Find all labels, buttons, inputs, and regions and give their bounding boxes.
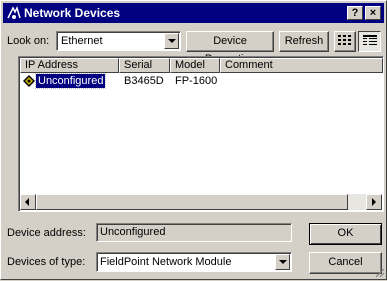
cancel-label: Cancel (328, 256, 363, 268)
scroll-thumb[interactable] (36, 194, 348, 210)
cancel-button[interactable]: Cancel (309, 252, 382, 274)
cell-model: FP-1600 (175, 75, 218, 87)
device-address-value: Unconfigured (100, 226, 166, 238)
look-on-value: Ethernet (61, 35, 103, 47)
column-header-model[interactable]: Model (170, 58, 220, 73)
refresh-label: Refresh (284, 35, 324, 47)
small-icons-view-icon (338, 35, 351, 45)
network-devices-dialog: Network Devices ? × Look on: Ethernet De… (0, 0, 387, 280)
column-header-comment[interactable]: Comment (220, 58, 383, 73)
device-address-field: Unconfigured (96, 223, 292, 242)
device-properties-button[interactable]: Device Properties (186, 31, 274, 65)
look-on-label: Look on: (7, 35, 50, 47)
refresh-button[interactable]: Refresh (279, 31, 329, 52)
cell-serial: B3465D (124, 75, 164, 87)
ok-label: OK (337, 227, 354, 239)
device-icon (23, 75, 35, 87)
devices-of-type-label: Devices of type: (7, 256, 86, 268)
ok-button[interactable]: OK (309, 223, 382, 245)
title-bar[interactable]: Network Devices ? × (3, 3, 384, 23)
device-address-label: Device address: (7, 227, 86, 239)
column-header-ip[interactable]: IP Address (20, 58, 119, 73)
look-on-combobox[interactable]: Ethernet (56, 31, 181, 51)
horizontal-scrollbar[interactable] (20, 194, 382, 210)
details-view-icon (363, 35, 377, 45)
scroll-left-button[interactable] (20, 194, 36, 210)
help-button[interactable]: ? (347, 6, 363, 20)
resize-grip[interactable] (375, 268, 385, 278)
close-button[interactable]: × (365, 6, 381, 20)
chevron-down-icon[interactable] (275, 254, 290, 270)
device-list[interactable]: IP Address Serial Model Comment Unconfig… (18, 56, 384, 212)
chevron-down-icon[interactable] (164, 33, 179, 49)
small-icons-view-button[interactable] (334, 31, 356, 52)
column-header-serial[interactable]: Serial (119, 58, 170, 73)
window-title: Network Devices (24, 6, 121, 20)
cell-ip: Unconfigured (34, 73, 107, 89)
network-devices-icon (7, 6, 21, 19)
resize-grip-icon (375, 268, 385, 278)
scroll-right-button[interactable] (366, 194, 382, 210)
details-view-button[interactable] (358, 31, 381, 52)
devices-of-type-combobox[interactable]: FieldPoint Network Module (96, 252, 292, 272)
devices-of-type-value: FieldPoint Network Module (100, 256, 232, 268)
